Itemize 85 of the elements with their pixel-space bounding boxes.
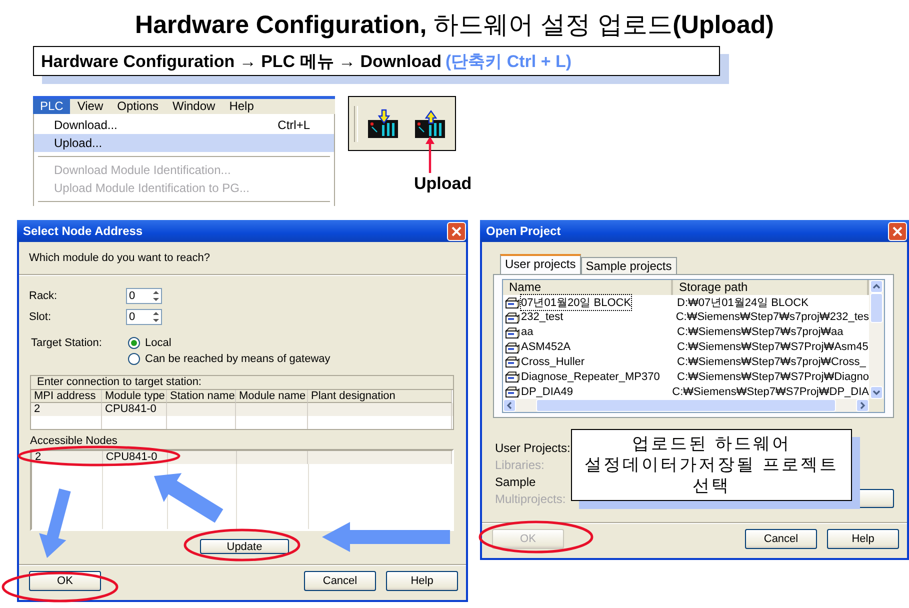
pointer-arrow: [154, 473, 224, 523]
spin-arrows-icon[interactable]: [151, 311, 161, 323]
project-icon: [505, 385, 520, 398]
scroll-right-button[interactable]: [856, 399, 869, 412]
spin-arrows-icon[interactable]: [151, 290, 161, 302]
storage-path: C:₩Siemens₩Step7₩s7proj₩aa: [676, 326, 844, 338]
scroll-up-button[interactable]: [870, 280, 883, 293]
scroll-thumb[interactable]: [536, 399, 836, 412]
spin-field[interactable]: 0: [126, 288, 162, 304]
table-caption: Enter connection to target station:: [37, 376, 202, 388]
pointer-arrow: [39, 488, 71, 558]
spin-field[interactable]: 0: [126, 309, 162, 325]
close-button[interactable]: [888, 222, 907, 240]
column-header: Module name: [236, 390, 308, 403]
close-button[interactable]: [447, 222, 466, 240]
download-icon[interactable]: [367, 108, 399, 138]
info-label: User Projects:: [495, 440, 570, 457]
menu-path: Hardware Configuration → PLC 메뉴 → Download: [41, 50, 442, 72]
dialog-button[interactable]: Help: [827, 528, 899, 548]
list-caption: Accessible Nodes: [30, 435, 118, 447]
storage-path: C:₩Siemens₩Step7₩s7proj₩Cross_: [676, 356, 866, 368]
scroll-thumb[interactable]: [870, 293, 883, 323]
project-icon: [505, 340, 520, 354]
storage-path: C:₩Siemens₩Step7₩S7Proj₩Diagno: [676, 370, 869, 383]
column-header[interactable]: Name: [503, 280, 673, 295]
slide-title: Hardware Configuration, 하드웨어 설정 업로드(Upload): [135, 10, 774, 41]
scroll-left-button[interactable]: [503, 399, 516, 412]
menu-bar-item[interactable]: PLC: [33, 98, 70, 114]
radio-label[interactable]: Can be reached by means of gateway: [145, 353, 330, 365]
column-header: MPI address: [31, 390, 102, 403]
project-name[interactable]: 232_test: [521, 311, 564, 324]
column-header: Station name: [167, 390, 236, 403]
storage-path: D:₩07년01월24일 BLOCK: [676, 296, 808, 310]
info-label: Multiprojects:: [495, 491, 566, 508]
project-icon: [505, 370, 520, 384]
project-name[interactable]: DP_DIA49: [521, 386, 573, 398]
scroll-down-button[interactable]: [870, 386, 883, 399]
radio-label[interactable]: Local: [145, 337, 172, 349]
dialog-button[interactable]: Help: [386, 570, 458, 590]
project-name[interactable]: 07년01월20일 BLOCK: [521, 295, 632, 310]
close-icon: [892, 226, 903, 236]
tab[interactable]: Sample projects: [580, 257, 677, 274]
pointer-arrow: [425, 136, 435, 174]
storage-path: C:₩Siemens₩Step7₩S7Proj₩DP_DIA: [671, 386, 869, 398]
info-label: Sample: [495, 474, 536, 491]
radio-button[interactable]: [128, 337, 140, 349]
update-button[interactable]: Update: [200, 539, 289, 554]
project-name[interactable]: aa: [521, 326, 534, 338]
menu-bar-item[interactable]: View: [70, 98, 110, 114]
tab[interactable]: User projects: [500, 254, 581, 274]
project-name[interactable]: Diagnose_Repeater_MP370: [521, 370, 660, 383]
shortcut-note: (단축키 Ctrl + L): [445, 50, 572, 72]
close-icon: [451, 226, 462, 236]
project-icon: [505, 310, 520, 324]
project-icon: [505, 326, 520, 339]
menu-item[interactable]: Upload...: [34, 134, 334, 152]
upload-label: Upload: [414, 174, 472, 194]
upload-icon[interactable]: [414, 108, 446, 138]
project-name[interactable]: Cross_Huller: [521, 356, 585, 368]
project-icon: [505, 296, 520, 309]
field-label: Slot:: [29, 311, 52, 323]
scrollbar-corner: [869, 399, 884, 412]
dialog-button[interactable]: Cancel: [745, 528, 817, 548]
table-cell: 2: [31, 403, 102, 416]
storage-path: C:₩Siemens₩Step7₩S7Proj₩Asm45: [676, 341, 868, 354]
menu-bar-item[interactable]: Window: [166, 98, 222, 114]
column-header: Plant designation: [308, 390, 452, 403]
radio-button[interactable]: [128, 353, 140, 365]
storage-path: C:₩Siemens₩Step7₩s7proj₩232_tes: [674, 311, 869, 324]
prompt-text: Which module do you want to reach?: [29, 252, 210, 264]
project-name[interactable]: ASM452A: [521, 341, 571, 354]
dialog-button[interactable]: Cancel: [304, 570, 376, 590]
info-label: Libraries:: [495, 457, 544, 474]
menu-bar-item[interactable]: Help: [222, 98, 261, 114]
table-cell: CPU841-0: [102, 451, 168, 464]
field-label: Rack:: [29, 290, 58, 302]
table-cell: 2: [32, 451, 103, 464]
column-header: Module type: [102, 390, 167, 403]
dialog-title: Select Node Address: [23, 224, 143, 238]
menu-bar-item[interactable]: Options: [110, 98, 166, 114]
table-cell: CPU841-0: [102, 403, 167, 416]
dialog-title: Open Project: [486, 224, 561, 238]
field-label: Target Station:: [31, 336, 103, 351]
project-icon: [505, 355, 520, 368]
menu-item[interactable]: Download... Ctrl+L: [34, 116, 334, 134]
